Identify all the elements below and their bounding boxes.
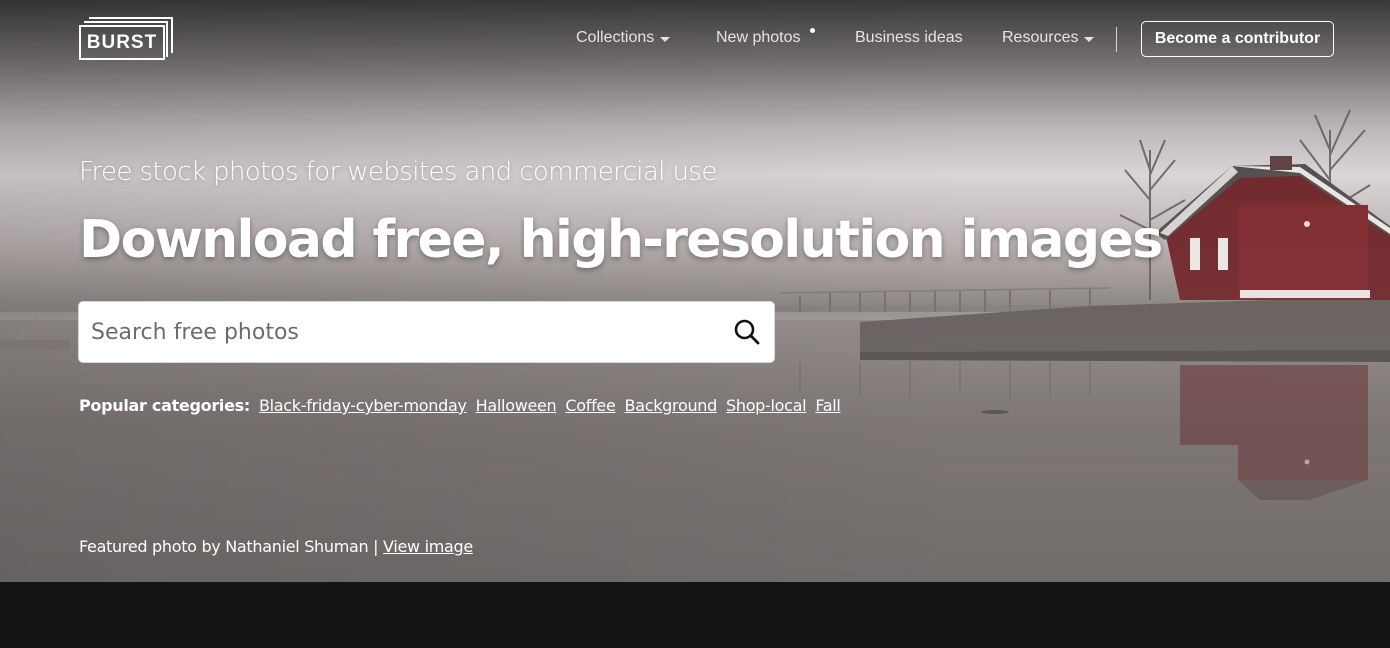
category-link[interactable]: Fall [815,396,841,415]
nav-new-photos-label: New photos [716,29,801,46]
nav-business-ideas[interactable]: Business ideas [855,29,963,47]
photo-credit: Featured photo by Nathaniel Shuman | Vie… [79,537,473,556]
category-link[interactable]: Background [625,396,718,415]
burst-logo[interactable]: BURST [79,17,173,61]
popular-categories-label: Popular categories: [79,396,250,415]
caret-down-icon [1084,36,1095,42]
popular-categories: Popular categories: Black-friday-cyber-m… [79,396,850,415]
become-contributor-button[interactable]: Become a contributor [1141,21,1334,57]
hero-title: Download free, high-resolution images [79,210,1163,270]
nav-business-ideas-label: Business ideas [855,29,963,46]
nav-new-photos[interactable]: New photos [716,29,801,47]
nav-collections-label: Collections [576,29,655,46]
page-below-hero [0,582,1390,648]
search-box [78,301,775,363]
category-link[interactable]: Coffee [565,396,615,415]
category-link[interactable]: Black-friday-cyber-monday [259,396,467,415]
nav-resources-label: Resources [1002,29,1079,46]
nav-collections[interactable]: Collections [576,29,671,47]
hero-banner [0,0,1390,582]
search-icon[interactable] [733,318,761,346]
nav-resources[interactable]: Resources [1002,29,1095,47]
view-image-link[interactable]: View image [383,537,473,556]
nav-divider [1116,27,1117,52]
new-indicator-dot [810,28,815,33]
category-link[interactable]: Shop-local [726,396,807,415]
hero-subtitle: Free stock photos for websites and comme… [79,157,717,187]
hero-overlay [0,0,1390,582]
logo-text: BURST [86,31,158,53]
logo-frame: BURST [79,25,165,60]
category-link[interactable]: Halloween [476,396,557,415]
search-input[interactable] [91,302,721,362]
photo-credit-text: Featured photo by Nathaniel Shuman | [79,537,379,556]
caret-down-icon [660,36,671,42]
